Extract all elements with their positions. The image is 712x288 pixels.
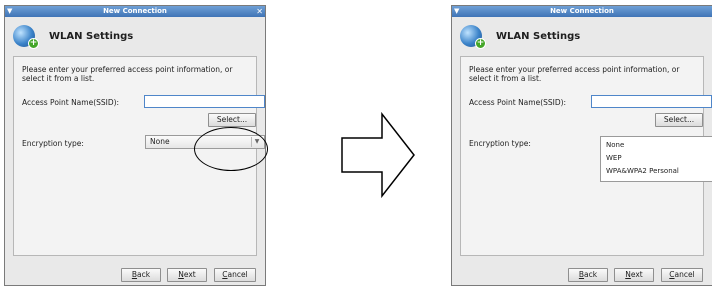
encryption-selected-value: None bbox=[150, 137, 170, 146]
add-badge-icon: + bbox=[28, 38, 39, 49]
ssid-label: Access Point Name(SSID): bbox=[469, 98, 567, 107]
highlight-circle bbox=[194, 127, 268, 171]
select-button[interactable]: Select... bbox=[208, 113, 256, 127]
option-wpa-personal[interactable]: WPA&WPA2 Personal bbox=[606, 167, 679, 175]
back-button[interactable]: Back bbox=[121, 268, 161, 282]
wizard-nav: Back Next Cancel bbox=[452, 268, 712, 282]
add-badge-icon: + bbox=[475, 38, 486, 49]
close-icon[interactable]: ✕ bbox=[256, 6, 263, 17]
next-button[interactable]: Next bbox=[167, 268, 207, 282]
settings-panel: Please enter your preferred access point… bbox=[460, 56, 712, 256]
cancel-button[interactable]: Cancel bbox=[214, 268, 256, 282]
title-bar: ▼ New Connection bbox=[452, 6, 712, 17]
option-none[interactable]: None bbox=[606, 141, 624, 149]
wizard-nav: Back Next Cancel bbox=[5, 268, 265, 282]
window-title: New Connection bbox=[103, 7, 167, 15]
ssid-input[interactable] bbox=[144, 95, 265, 108]
window-menu-icon[interactable]: ▼ bbox=[7, 6, 12, 17]
encryption-type-label: Encryption type: bbox=[22, 139, 84, 148]
new-connection-dialog-after: ▼ New Connection + WLAN Settings Please … bbox=[451, 5, 712, 286]
page-title: WLAN Settings bbox=[49, 31, 134, 42]
encryption-options-list: None WEP WPA&WPA2 Personal bbox=[600, 136, 712, 182]
dialog-header: + WLAN Settings bbox=[5, 17, 265, 55]
option-wep[interactable]: WEP bbox=[606, 154, 622, 162]
right-arrow-icon bbox=[341, 111, 415, 199]
page-title: WLAN Settings bbox=[496, 31, 581, 42]
ssid-input[interactable] bbox=[591, 95, 712, 108]
ssid-label: Access Point Name(SSID): bbox=[22, 98, 120, 107]
select-button[interactable]: Select... bbox=[655, 113, 703, 127]
next-button[interactable]: Next bbox=[614, 268, 654, 282]
dialog-header: + WLAN Settings bbox=[452, 17, 712, 55]
cancel-button[interactable]: Cancel bbox=[661, 268, 703, 282]
window-menu-icon[interactable]: ▼ bbox=[454, 6, 459, 17]
encryption-type-label: Encryption type: bbox=[469, 139, 531, 148]
back-button[interactable]: Back bbox=[568, 268, 608, 282]
window-title: New Connection bbox=[550, 7, 614, 15]
instructions-text: Please enter your preferred access point… bbox=[22, 65, 233, 83]
instructions-text: Please enter your preferred access point… bbox=[469, 65, 680, 83]
title-bar: ▼ New Connection ✕ bbox=[5, 6, 265, 17]
